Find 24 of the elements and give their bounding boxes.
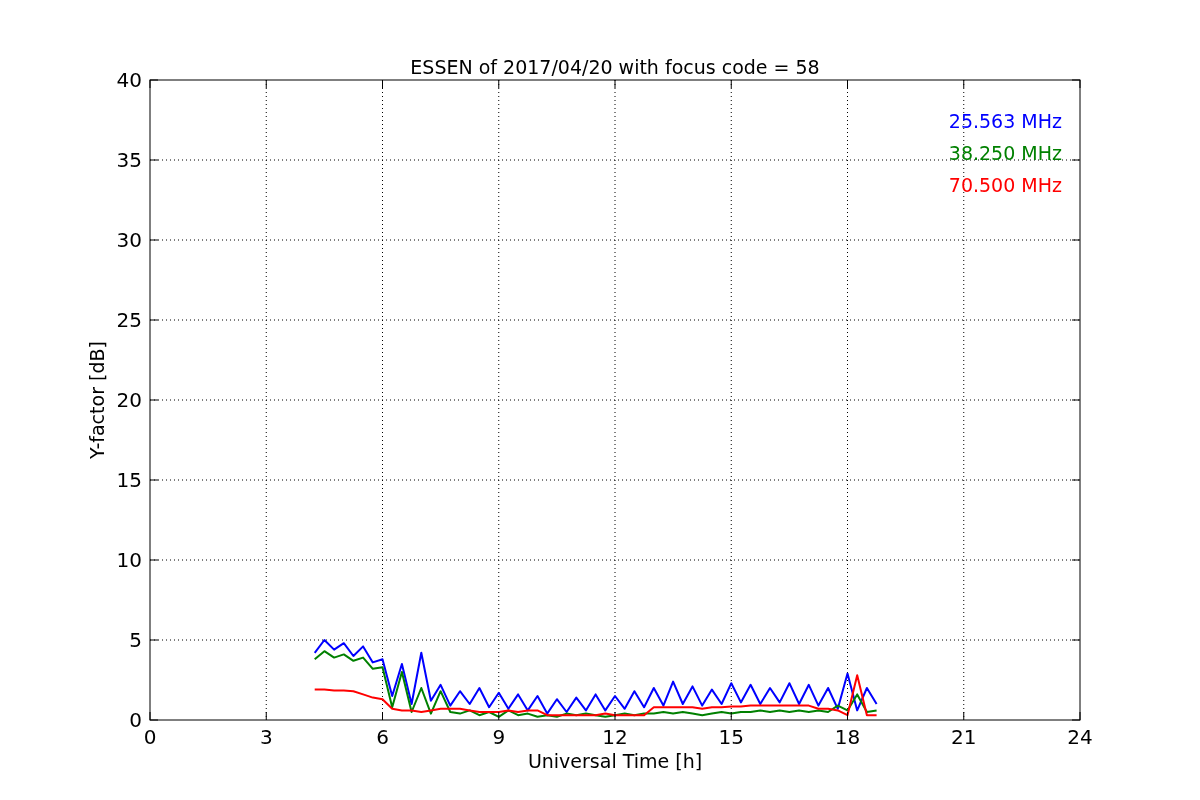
y-axis-label: Y-factor [dB] [86,341,108,459]
y-tick-label: 25 [116,308,142,332]
y-tick-label: 20 [116,388,142,412]
y-tick-label: 40 [116,68,142,92]
y-tick-label: 0 [129,708,142,732]
chart-title: ESSEN of 2017/04/20 with focus code = 58 [410,56,820,78]
y-tick-label: 5 [129,628,142,652]
x-tick-label: 6 [376,725,389,749]
y-tick-label: 30 [116,228,142,252]
x-tick-label: 24 [1067,725,1093,749]
x-tick-label: 12 [602,725,628,749]
y-tick-label: 35 [116,148,142,172]
x-tick-label: 9 [492,725,506,749]
x-tick-label: 3 [259,725,273,749]
x-tick-label: 21 [951,725,977,749]
x-axis-label: Universal Time [h] [527,750,703,772]
x-tick-label: 15 [718,725,744,749]
legend-label: 38.250 MHz [948,142,1062,164]
x-tick-label: 18 [834,725,861,749]
x-tick-label: 0 [143,725,157,749]
y-tick-label: 15 [116,468,142,492]
y-tick-label: 10 [116,548,142,572]
legend-label: 70.500 MHz [948,174,1062,196]
legend-label: 25.563 MHz [948,110,1062,132]
